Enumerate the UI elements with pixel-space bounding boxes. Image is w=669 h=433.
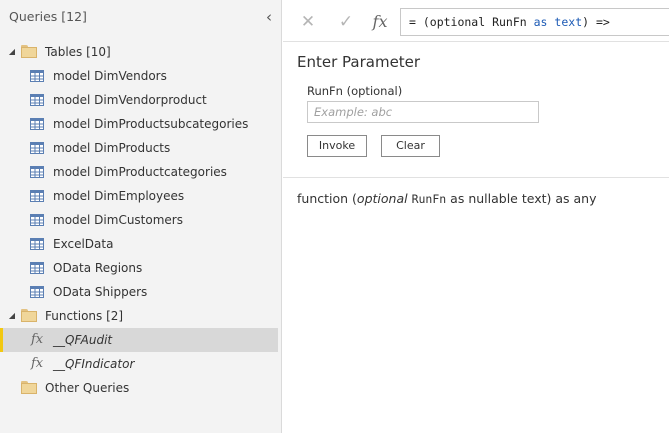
query-item[interactable]: OData Regions bbox=[0, 256, 278, 280]
table-icon bbox=[30, 286, 44, 298]
function-icon: fx bbox=[31, 332, 44, 347]
query-label: model DimCustomers bbox=[53, 213, 183, 227]
formula-as-keyword: as bbox=[533, 15, 548, 29]
formula-input[interactable]: = (optional RunFn as text) => bbox=[400, 8, 669, 36]
query-label: model DimEmployees bbox=[53, 189, 185, 203]
table-icon bbox=[30, 70, 44, 82]
invoke-button[interactable]: Invoke bbox=[307, 135, 367, 157]
fx-icon[interactable]: fx bbox=[367, 6, 393, 38]
parameter-input[interactable] bbox=[307, 101, 539, 123]
divider bbox=[283, 177, 669, 178]
folder-icon bbox=[21, 381, 37, 394]
queries-pane: Queries [12] ‹ ◢ Tables [10] model DimVe… bbox=[0, 0, 282, 433]
query-label: __QFAudit bbox=[53, 333, 113, 347]
signature-optional: optional bbox=[356, 191, 408, 206]
group-functions[interactable]: ◢ Functions [2] bbox=[0, 304, 278, 328]
expanded-caret-icon[interactable]: ◢ bbox=[7, 40, 17, 64]
table-icon bbox=[30, 262, 44, 274]
query-item-selected[interactable]: fx __QFAudit bbox=[0, 328, 278, 352]
table-icon bbox=[30, 94, 44, 106]
query-item[interactable]: OData Shippers bbox=[0, 280, 278, 304]
query-item[interactable]: ExcelData bbox=[0, 232, 278, 256]
enter-parameter-title: Enter Parameter bbox=[297, 53, 421, 71]
query-label: model DimVendors bbox=[53, 69, 167, 83]
parameter-label: RunFn (optional) bbox=[307, 84, 403, 98]
function-icon: fx bbox=[31, 356, 44, 371]
collapse-pane-icon[interactable]: ‹ bbox=[262, 8, 276, 26]
query-item[interactable]: model DimVendorproduct bbox=[0, 88, 278, 112]
formula-prefix: = (optional RunFn bbox=[409, 15, 534, 29]
query-label: model DimProductcategories bbox=[53, 165, 227, 179]
group-tables[interactable]: ◢ Tables [10] bbox=[0, 40, 278, 64]
signature-part: as nullable text) as any bbox=[446, 191, 597, 206]
query-label: model DimProducts bbox=[53, 141, 171, 155]
folder-icon bbox=[21, 309, 37, 322]
group-label: Other Queries bbox=[45, 381, 130, 395]
formula-type-keyword: text bbox=[554, 15, 583, 29]
formula-bar: ✕ ✓ fx = (optional RunFn as text) => bbox=[287, 6, 669, 38]
divider bbox=[283, 41, 669, 42]
table-icon bbox=[30, 166, 44, 178]
query-item[interactable]: model DimCustomers bbox=[0, 208, 278, 232]
queries-header: Queries [12] ‹ bbox=[0, 0, 282, 36]
query-label: model DimVendorproduct bbox=[53, 93, 207, 107]
formula-suffix: ) => bbox=[582, 15, 610, 29]
query-item[interactable]: model DimVendors bbox=[0, 64, 278, 88]
table-icon bbox=[30, 118, 44, 130]
signature-part: function ( bbox=[297, 191, 357, 206]
commit-icon[interactable]: ✓ bbox=[333, 6, 359, 38]
query-label: ExcelData bbox=[53, 237, 114, 251]
group-label: Functions [2] bbox=[45, 309, 124, 323]
group-other-queries[interactable]: Other Queries bbox=[0, 376, 278, 400]
query-item[interactable]: model DimProducts bbox=[0, 136, 278, 160]
clear-button[interactable]: Clear bbox=[381, 135, 440, 157]
table-icon bbox=[30, 214, 44, 226]
query-label: OData Regions bbox=[53, 261, 143, 275]
query-label: __QFIndicator bbox=[53, 357, 135, 371]
group-label: Tables [10] bbox=[45, 45, 111, 59]
query-item[interactable]: model DimProductcategories bbox=[0, 160, 278, 184]
folder-icon bbox=[21, 45, 37, 58]
signature-param: RunFn bbox=[411, 192, 447, 206]
query-label: OData Shippers bbox=[53, 285, 148, 299]
query-label: model DimProductsubcategories bbox=[53, 117, 249, 131]
query-item[interactable]: model DimProductsubcategories bbox=[0, 112, 278, 136]
function-signature: function (optional RunFn as nullable tex… bbox=[297, 191, 597, 206]
expanded-caret-icon[interactable]: ◢ bbox=[7, 304, 17, 328]
table-icon bbox=[30, 238, 44, 250]
cancel-icon[interactable]: ✕ bbox=[295, 6, 321, 38]
table-icon bbox=[30, 142, 44, 154]
query-item[interactable]: model DimEmployees bbox=[0, 184, 278, 208]
queries-title: Queries [12] bbox=[9, 9, 87, 24]
query-item[interactable]: fx __QFIndicator bbox=[0, 352, 278, 376]
table-icon bbox=[30, 190, 44, 202]
